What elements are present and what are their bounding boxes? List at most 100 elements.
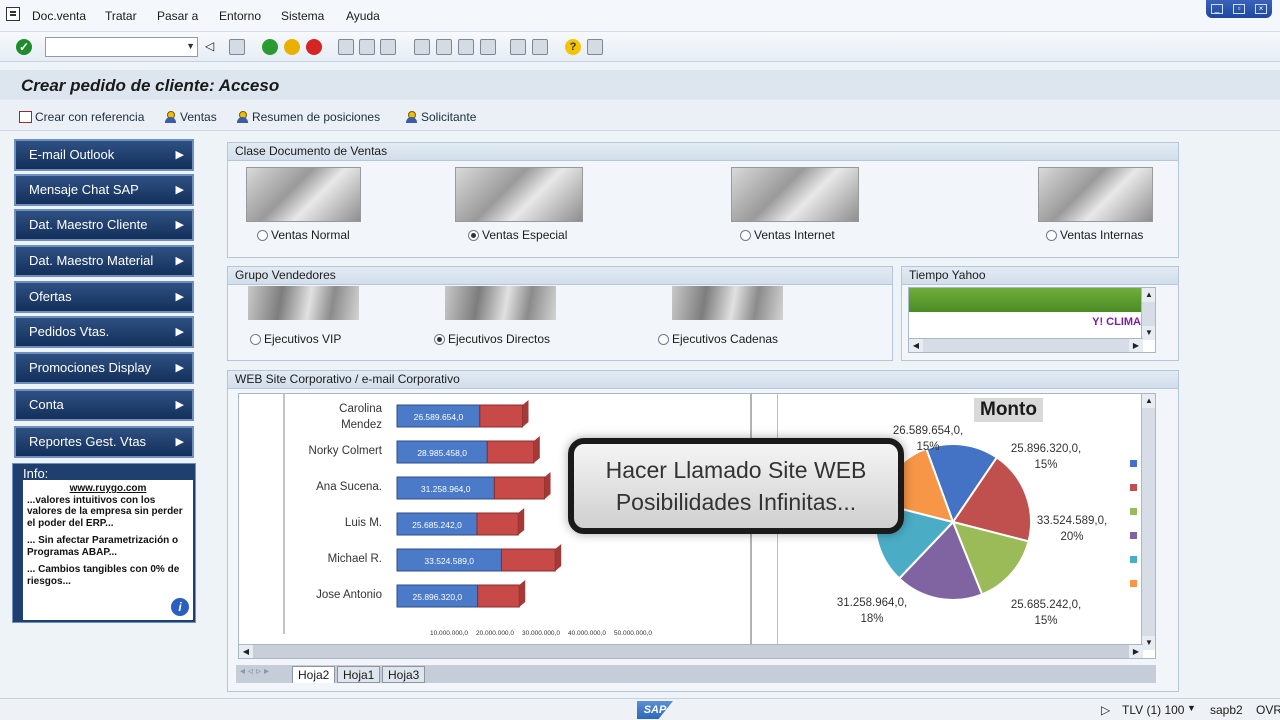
horizontal-scrollbar[interactable]: ◀ ▶ [909,338,1143,352]
radio-circle-selected[interactable] [434,333,445,345]
bar-segment [500,548,556,572]
first-page-icon[interactable] [414,39,430,55]
nav-dat-maestro-cliente[interactable]: Dat. Maestro Cliente ▶ [14,209,194,241]
menu-sistema[interactable]: Sistema [281,9,324,23]
menu-ayuda[interactable]: Ayuda [346,9,380,23]
sheet-tab-hoja2[interactable]: Hoja2 [292,666,336,683]
nav-label: Promociones Display [29,360,152,375]
find-icon[interactable] [359,39,375,55]
enter-check-icon[interactable]: ✓ [16,39,32,55]
save-icon[interactable] [229,39,245,55]
scroll-up-icon[interactable]: ▲ [1142,288,1155,302]
tiempo-yahoo-group: Tiempo Yahoo Y! CLIMA ▲ ▼ ◀ ▶ [901,266,1179,361]
nav-reportes-gest-vtas[interactable]: Reportes Gest. Vtas ▶ [14,426,194,458]
system-menu-icon[interactable] [6,7,20,21]
radio-circle[interactable] [1046,229,1057,241]
bar-value-label: 25.896.320,0 [413,592,463,602]
horizontal-scrollbar[interactable]: ◀ ▶ [239,644,1143,658]
close-icon[interactable]: × [1255,4,1267,14]
nav-email-outlook[interactable]: E-mail Outlook ▶ [14,139,194,171]
resumen-posiciones-label: Resumen de posiciones [252,110,381,124]
print-icon[interactable] [338,39,354,55]
sheet-tab-hoja1[interactable]: Hoja1 [337,666,381,683]
crear-con-referencia-button[interactable]: Crear con referencia [19,110,144,124]
nav-pedidos-vtas[interactable]: Pedidos Vtas. ▶ [14,316,194,348]
menu-tratar[interactable]: Tratar [105,9,137,23]
scroll-right-icon[interactable]: ▶ [1129,339,1143,352]
chevron-down-icon[interactable]: ▼ [1187,703,1196,713]
radio-circle[interactable] [250,333,261,345]
scroll-up-icon[interactable]: ▲ [1142,394,1155,408]
radio-ventas-especial[interactable]: Ventas Especial [468,228,567,242]
menu-entorno[interactable]: Entorno [219,9,261,23]
radio-ejecutivos-vip[interactable]: Ejecutivos VIP [250,332,341,346]
nav-conta[interactable]: Conta ▶ [14,389,194,421]
menu-docventa[interactable]: Doc.venta [32,9,86,23]
arrow-right-icon: ▶ [175,149,184,161]
info-title: Info: [23,466,49,481]
last-page-icon[interactable] [480,39,496,55]
radio-label: Ventas Internet [754,228,835,242]
label-line: 15% [916,441,939,453]
radio-ventas-normal[interactable]: Ventas Normal [257,228,350,242]
vertical-scrollbar[interactable]: ▲ ▼ [1141,288,1155,340]
back-arrow-icon[interactable]: ◁ [205,39,221,55]
scroll-left-icon[interactable]: ◀ [909,339,923,352]
grupo-vendedores-header: Grupo Vendedores [228,267,892,285]
ventas-button[interactable]: Ventas [164,110,217,124]
shortcut-icon[interactable] [532,39,548,55]
radio-ejecutivos-cadenas[interactable]: Ejecutivos Cadenas [658,332,778,346]
bar-category-label: Jose Antonio [316,589,382,601]
restore-icon[interactable]: ▫ [1233,4,1245,14]
nav-mensaje-chat-sap[interactable]: Mensaje Chat SAP ▶ [14,174,194,206]
website-link[interactable]: www.ruygo.com [27,483,189,495]
help-icon[interactable]: ? [565,39,581,55]
resumen-posiciones-button[interactable]: Resumen de posiciones [236,110,380,124]
radio-circle[interactable] [658,333,669,345]
radio-ventas-internas[interactable]: Ventas Internas [1046,228,1143,242]
scroll-down-icon[interactable]: ▼ [1142,636,1155,650]
radio-ejecutivos-directos[interactable]: Ejecutivos Directos [434,332,550,346]
find-next-icon[interactable] [380,39,396,55]
scroll-right-icon[interactable]: ▶ [1129,645,1143,658]
sheet-tab-hoja3[interactable]: Hoja3 [382,666,426,683]
sheet-nav-arrows-icon[interactable]: ◂◃▹▸ [240,666,272,677]
next-page-icon[interactable] [458,39,474,55]
application-toolbar: Crear con referencia Ventas Resumen de p… [0,101,1280,131]
cancel-icon[interactable] [306,39,322,55]
radio-circle[interactable] [257,229,268,241]
form-image [455,167,583,222]
command-field[interactable]: ▼ [45,37,198,57]
radio-ventas-internet[interactable]: Ventas Internet [740,228,835,242]
scroll-left-icon[interactable]: ◀ [239,645,253,658]
radio-circle-selected[interactable] [468,229,479,241]
nav-promociones-display[interactable]: Promociones Display ▶ [14,352,194,384]
info-icon[interactable]: i [171,598,189,616]
yahoo-weather-widget[interactable]: Y! CLIMA ▲ ▼ ◀ ▶ [908,287,1156,353]
radio-circle[interactable] [740,229,751,241]
label-line: 18% [860,613,883,625]
bar-depth [518,508,525,535]
x-tick-label: 30.000.000,0 [522,630,560,637]
status-bar: SAP ▷ TLV (1) 100 ▼ sapb2 OVR [0,698,1280,720]
solicitante-button[interactable]: Solicitante [405,110,476,124]
back-icon[interactable] [262,39,278,55]
vertical-scrollbar[interactable]: ▲ ▼ [1141,394,1155,650]
menu-pasar-a[interactable]: Pasar a [157,9,198,23]
previous-page-icon[interactable] [436,39,452,55]
chevron-down-icon[interactable]: ▼ [186,41,195,51]
bar-segment [479,404,524,428]
label-line: 20% [1060,531,1083,543]
radio-label: Ejecutivos Cadenas [672,332,779,346]
new-session-icon[interactable] [510,39,526,55]
pie-value-label: 31.258.964,0, 18% [837,597,907,625]
nav-dat-maestro-material[interactable]: Dat. Maestro Material ▶ [14,245,194,277]
exit-icon[interactable] [284,39,300,55]
nav-ofertas[interactable]: Ofertas ▶ [14,281,194,313]
minimize-icon[interactable]: _ [1211,4,1223,14]
legend-swatch [1130,460,1137,467]
layout-menu-icon[interactable] [587,39,603,55]
scroll-down-icon[interactable]: ▼ [1142,326,1155,340]
status-arrow-icon[interactable]: ▷ [1101,703,1110,717]
form-image [246,167,361,222]
